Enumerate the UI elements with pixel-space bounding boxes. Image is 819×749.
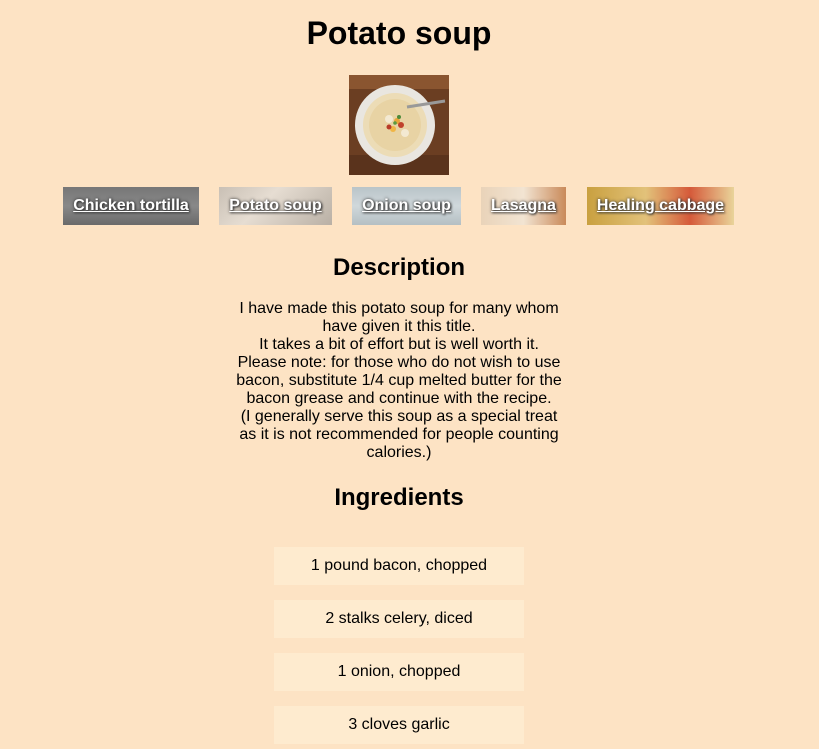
- nav-link-onion-soup[interactable]: Onion soup: [352, 187, 461, 225]
- nav-link-potato-soup[interactable]: Potato soup: [219, 187, 332, 225]
- description-heading: Description: [332, 254, 466, 281]
- nav-link-label: Onion soup: [362, 197, 451, 214]
- nav-link-label: Potato soup: [229, 197, 322, 214]
- description-text: I have made this potato soup for many wh…: [234, 300, 564, 462]
- ingredient-item: 3 cloves garlic: [274, 706, 524, 744]
- description-line: It takes a bit of effort but is well wor…: [259, 336, 539, 353]
- description-line: I have made this potato soup for many wh…: [239, 300, 559, 335]
- ingredients-heading: Ingredients: [334, 484, 464, 511]
- nav-link-label: Healing cabbage: [596, 197, 725, 214]
- ingredient-item: 1 pound bacon, chopped: [274, 547, 524, 585]
- recipe-nav: Chicken tortilla Potato soup Onion soup …: [0, 187, 819, 225]
- page-title: Potato soup: [306, 15, 492, 51]
- ingredient-item: 1 onion, chopped: [274, 653, 524, 691]
- description-line: (I generally serve this soup as a specia…: [239, 408, 559, 461]
- hero-image: [349, 75, 449, 175]
- recipe-page: Potato soup Chicken tortilla Potato soup: [0, 0, 819, 749]
- nav-link-label: Chicken tortilla: [73, 197, 189, 214]
- nav-link-lasagna[interactable]: Lasagna: [481, 187, 566, 225]
- nav-link-label: Lasagna: [491, 197, 556, 214]
- nav-link-chicken-tortilla[interactable]: Chicken tortilla: [63, 187, 199, 225]
- ingredient-item: 2 stalks celery, diced: [274, 600, 524, 638]
- nav-link-healing-cabbage[interactable]: Healing cabbage: [587, 187, 734, 225]
- description-line: Please note: for those who do not wish t…: [236, 354, 562, 407]
